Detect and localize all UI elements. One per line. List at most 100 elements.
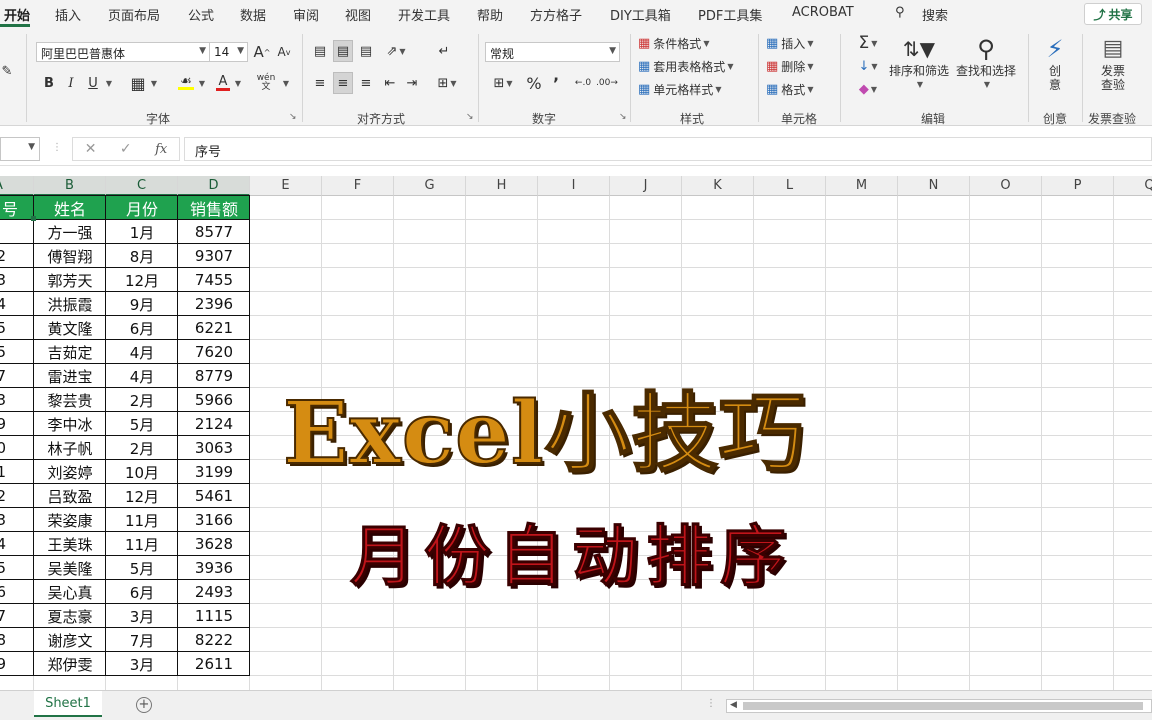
table-cell[interactable]: 4月 bbox=[106, 340, 178, 364]
table-cell[interactable]: 吴美隆 bbox=[34, 556, 106, 580]
tab-insert[interactable]: 插入 bbox=[55, 5, 81, 24]
autosum-icon[interactable]: Σ ▼ bbox=[852, 32, 884, 54]
table-cell[interactable]: 4月 bbox=[106, 364, 178, 388]
column-header-q[interactable]: Q bbox=[1114, 176, 1152, 196]
table-cell[interactable]: 2 bbox=[0, 244, 34, 268]
column-header-e[interactable]: E bbox=[250, 176, 322, 196]
find-select-button[interactable]: ⚲ 查找和选择 ▼ bbox=[954, 34, 1018, 92]
table-cell[interactable]: 9月 bbox=[106, 292, 178, 316]
phonetic-guide-button[interactable]: wén 文 bbox=[256, 72, 276, 94]
table-cell[interactable]: 8 bbox=[0, 628, 34, 652]
tab-fangfang[interactable]: 方方格子 bbox=[530, 5, 582, 24]
fill-icon[interactable]: ↓ ▼ bbox=[852, 55, 884, 77]
table-cell[interactable]: 7 bbox=[0, 604, 34, 628]
font-name-select[interactable]: 阿里巴巴普惠体 ▼ bbox=[36, 42, 210, 62]
font-size-select[interactable]: 14 ▼ bbox=[209, 42, 248, 62]
table-header-cell[interactable]: 号 bbox=[0, 196, 34, 220]
paste-format-icon[interactable]: ✎ bbox=[0, 60, 14, 82]
create-button[interactable]: ⚡ 创 意 bbox=[1036, 34, 1074, 92]
sort-filter-button[interactable]: ⇅▼ 排序和筛选 ▼ bbox=[888, 34, 950, 92]
tab-acrobat[interactable]: ACROBAT bbox=[792, 5, 854, 20]
table-cell[interactable]: 9307 bbox=[178, 244, 250, 268]
decrease-decimal-icon[interactable]: .00→ bbox=[596, 72, 618, 94]
table-cell[interactable]: 3 bbox=[0, 268, 34, 292]
alignment-dialog-launcher-icon[interactable]: ↘ bbox=[466, 112, 474, 122]
format-as-table-button[interactable]: ▦ 套用表格格式 ▼ bbox=[638, 55, 733, 77]
table-cell[interactable]: 1月 bbox=[106, 220, 178, 244]
comma-style-icon[interactable]: ’ bbox=[548, 72, 564, 94]
table-cell[interactable]: 9 bbox=[0, 652, 34, 676]
table-cell[interactable]: 6月 bbox=[106, 580, 178, 604]
table-cell[interactable]: 4 bbox=[0, 532, 34, 556]
column-header-f[interactable]: F bbox=[322, 176, 394, 196]
table-cell[interactable]: 黎芸贵 bbox=[34, 388, 106, 412]
table-cell[interactable]: 3月 bbox=[106, 652, 178, 676]
table-cell[interactable]: 2493 bbox=[178, 580, 250, 604]
sheet-tab-sheet1[interactable]: Sheet1 bbox=[34, 691, 102, 717]
search-icon[interactable]: ⚲ bbox=[895, 5, 905, 20]
search-label[interactable]: 搜索 bbox=[922, 5, 948, 24]
table-cell[interactable]: 谢彦文 bbox=[34, 628, 106, 652]
conditional-formatting-button[interactable]: ▦ 条件格式 ▼ bbox=[638, 32, 709, 54]
table-cell[interactable]: 11月 bbox=[106, 508, 178, 532]
underline-button[interactable]: U bbox=[84, 72, 102, 94]
table-cell[interactable]: 10月 bbox=[106, 460, 178, 484]
name-box[interactable]: ▼ bbox=[0, 137, 40, 161]
italic-button[interactable]: I bbox=[62, 72, 80, 94]
column-header-a[interactable]: A bbox=[0, 176, 34, 196]
table-cell[interactable]: 夏志豪 bbox=[34, 604, 106, 628]
table-cell[interactable]: 11月 bbox=[106, 532, 178, 556]
tab-pdf-tools[interactable]: PDF工具集 bbox=[698, 5, 762, 24]
table-cell[interactable] bbox=[0, 220, 34, 244]
table-cell[interactable]: 5月 bbox=[106, 412, 178, 436]
table-cell[interactable]: 黄文隆 bbox=[34, 316, 106, 340]
underline-dropdown[interactable]: ▼ bbox=[103, 72, 113, 94]
split-handle-icon[interactable]: ⋮ bbox=[706, 698, 716, 709]
wrap-text-icon[interactable]: ↵ bbox=[434, 40, 454, 62]
font-dialog-launcher-icon[interactable]: ↘ bbox=[289, 112, 297, 122]
table-cell[interactable]: 方一强 bbox=[34, 220, 106, 244]
tab-developer[interactable]: 开发工具 bbox=[398, 5, 450, 24]
align-top-icon[interactable]: ▤ bbox=[310, 40, 330, 62]
column-header-d[interactable]: D bbox=[178, 176, 250, 196]
increase-indent-icon[interactable]: ⇥ bbox=[402, 72, 422, 94]
orientation-icon[interactable]: ⇗ ▼ bbox=[382, 40, 410, 62]
grow-font-button[interactable]: A ^ bbox=[252, 41, 272, 63]
table-cell[interactable]: 2月 bbox=[106, 388, 178, 412]
table-header-cell[interactable]: 姓名 bbox=[34, 196, 106, 220]
table-cell[interactable]: 5966 bbox=[178, 388, 250, 412]
column-header-j[interactable]: J bbox=[610, 176, 682, 196]
table-cell[interactable]: 7620 bbox=[178, 340, 250, 364]
table-cell[interactable]: 7455 bbox=[178, 268, 250, 292]
table-cell[interactable]: 6221 bbox=[178, 316, 250, 340]
column-header-c[interactable]: C bbox=[106, 176, 178, 196]
fill-handle[interactable] bbox=[31, 216, 36, 221]
table-cell[interactable]: 3199 bbox=[178, 460, 250, 484]
table-cell[interactable]: 吉茹定 bbox=[34, 340, 106, 364]
border-dropdown[interactable]: ▼ bbox=[148, 72, 158, 94]
delete-cells-button[interactable]: ▦ 删除 ▼ bbox=[766, 55, 813, 77]
table-cell[interactable]: 7月 bbox=[106, 628, 178, 652]
column-header-n[interactable]: N bbox=[898, 176, 970, 196]
tab-data[interactable]: 数据 bbox=[240, 5, 266, 24]
column-header-g[interactable]: G bbox=[394, 176, 466, 196]
table-cell[interactable]: 3 bbox=[0, 508, 34, 532]
tab-diy-toolbox[interactable]: DIY工具箱 bbox=[610, 5, 671, 24]
align-right-icon[interactable]: ≡ bbox=[356, 72, 376, 94]
shrink-font-button[interactable]: Av bbox=[274, 41, 294, 63]
table-cell[interactable]: 2396 bbox=[178, 292, 250, 316]
table-cell[interactable]: 王美珠 bbox=[34, 532, 106, 556]
border-icon[interactable]: ▦ bbox=[128, 72, 148, 94]
table-cell[interactable]: 3936 bbox=[178, 556, 250, 580]
column-header-o[interactable]: O bbox=[970, 176, 1042, 196]
scrollbar-thumb[interactable] bbox=[743, 702, 1143, 710]
share-button[interactable]: ⤴ 共享 bbox=[1084, 3, 1142, 25]
fill-color-icon[interactable]: ☙ bbox=[176, 72, 196, 94]
table-cell[interactable]: 12月 bbox=[106, 268, 178, 292]
table-cell[interactable]: 4 bbox=[0, 292, 34, 316]
accounting-format-icon[interactable]: ⊞ ▼ bbox=[487, 72, 519, 94]
table-cell[interactable]: 林子帆 bbox=[34, 436, 106, 460]
tab-help[interactable]: 帮助 bbox=[477, 5, 503, 24]
table-cell[interactable]: 洪振霞 bbox=[34, 292, 106, 316]
insert-cells-button[interactable]: ▦ 插入 ▼ bbox=[766, 32, 813, 54]
